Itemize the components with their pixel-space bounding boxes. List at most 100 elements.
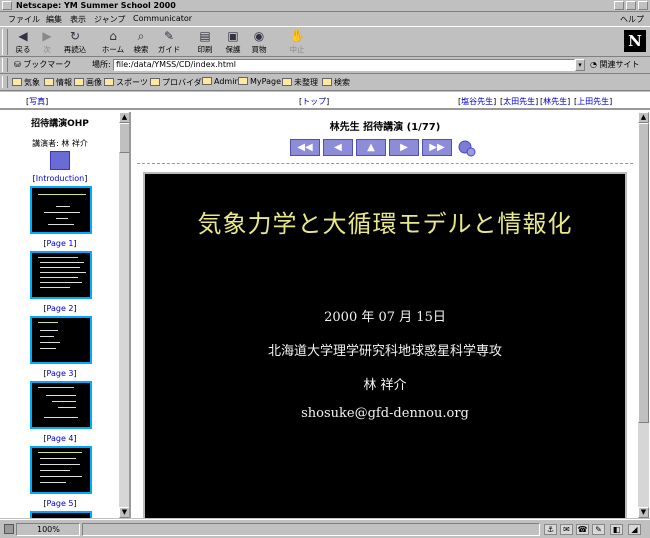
lock-icon: ▣ [227, 29, 239, 43]
minimize-button[interactable] [614, 1, 624, 10]
thumb-line [40, 464, 80, 465]
shop-button[interactable]: ◉ 買物 [244, 29, 274, 56]
left-arrow-icon: ◀ [334, 142, 342, 153]
search-icon: ⌕ [137, 29, 145, 43]
home-button[interactable]: ⌂ ホーム [98, 29, 128, 56]
slide-scrollbar[interactable]: ▲ ▼ [638, 112, 649, 518]
print-button[interactable]: ▤ 印刷 [190, 29, 220, 56]
bookmark-search[interactable]: 検索 [322, 77, 350, 88]
thumbnail-page-1[interactable] [30, 186, 92, 234]
slide-title: 気象力学と大循環モデルと情報化 [197, 210, 573, 238]
mail-icon[interactable]: ✉ [560, 524, 573, 535]
menu-go[interactable]: ジャンプ [94, 14, 125, 25]
speaker-photo-icon[interactable] [50, 151, 70, 170]
help-icon[interactable] [458, 139, 476, 157]
resize-grip-icon[interactable]: ◢ [628, 524, 641, 535]
page-content: [写真] [トップ] [塩谷先生] [太田先生] [林先生] [上田先生] 招待… [0, 92, 650, 518]
close-button[interactable] [638, 1, 648, 10]
bookmark-info[interactable]: 情報 [44, 77, 72, 88]
sidebar-heading: 招待講演OHP [31, 119, 89, 129]
guide-button[interactable]: ✎ ガイド [154, 29, 184, 56]
speaker-link-hayashi[interactable]: [林先生] [540, 96, 570, 107]
bookmark-mypage[interactable]: MyPage [238, 77, 281, 86]
page-5-link[interactable]: [Page 5] [0, 499, 120, 508]
bookmark-sports[interactable]: スポーツ [104, 77, 148, 88]
scroll-thumb[interactable] [119, 123, 129, 153]
scroll-up-button[interactable]: ▲ [119, 112, 129, 123]
thumb-line [40, 282, 82, 283]
guide-icon: ✎ [163, 29, 175, 43]
chevron-up-icon: ▲ [121, 113, 128, 121]
navigation-toolbar: ◀ 戻る ▶ 次 ↻ 再読込 ⌂ ホーム ⌕ 検索 ✎ ガイド ▤ 印刷 ▣ 保護 ◉ 買物 ✋ 中… [0, 26, 650, 57]
maximize-button[interactable] [626, 1, 636, 10]
thumbnail-page-6[interactable] [30, 511, 92, 518]
scroll-down-button[interactable]: ▼ [119, 507, 129, 518]
introduction-link[interactable]: [Introduction] [0, 174, 120, 183]
menu-file[interactable]: ファイル [8, 14, 40, 25]
bookmarks-button[interactable]: ⛁ ブックマーク [14, 59, 71, 70]
url-dropdown-button[interactable]: ▾ [575, 59, 585, 71]
thumb-line [38, 322, 58, 323]
thumb-line [40, 287, 70, 288]
navigator-icon[interactable]: ⚓ [544, 524, 557, 535]
page-2-link[interactable]: [Page 2] [0, 304, 120, 313]
thumb-line [40, 336, 54, 337]
menu-communicator[interactable]: Communicator [133, 14, 192, 23]
thumb-line [40, 482, 66, 483]
previous-slide-button[interactable]: ◀ [323, 139, 353, 156]
printer-icon: ▤ [199, 29, 211, 43]
menu-edit[interactable]: 編集 [46, 14, 62, 25]
personal-grip[interactable] [2, 76, 8, 88]
menu-help[interactable]: ヘルプ [620, 14, 644, 25]
related-sites-button[interactable]: ◔ 関連サイト [590, 59, 640, 70]
dock-icon[interactable]: ◧ [610, 524, 623, 535]
top-link[interactable]: [トップ] [299, 96, 329, 107]
last-slide-button[interactable]: ▶▶ [422, 139, 452, 156]
scroll-down-button[interactable]: ▼ [638, 507, 649, 518]
photo-link[interactable]: [写真] [26, 96, 48, 107]
window-menu-icon[interactable] [2, 1, 12, 10]
thumbnail-page-5[interactable] [30, 446, 92, 494]
thumbnail-page-3[interactable] [30, 316, 92, 364]
menu-view[interactable]: 表示 [70, 14, 86, 25]
thumb-line [38, 257, 78, 258]
forward-button[interactable]: ▶ 次 [32, 29, 62, 56]
bookmark-provider[interactable]: プロバイダ [150, 77, 202, 88]
page-4-link[interactable]: [Page 4] [0, 434, 120, 443]
stop-button[interactable]: ✋ 中止 [282, 29, 312, 56]
location-bar: ⛁ ブックマーク 場所: file:/data/YMSS/CD/index.ht… [0, 57, 650, 73]
location-grip[interactable] [2, 58, 8, 72]
slide-author: 林 祥介 [363, 378, 407, 393]
thumb-line [44, 417, 78, 418]
back-arrow-icon: ◀ [18, 29, 28, 43]
thumbnail-scrollbar[interactable]: ▲ ▼ [119, 112, 129, 518]
netscape-logo[interactable]: N [624, 30, 646, 52]
page-1-link[interactable]: [Page 1] [0, 239, 120, 248]
newsgroups-icon[interactable]: ☎ [576, 524, 589, 535]
url-field[interactable]: file:/data/YMSS/CD/index.html [113, 59, 575, 71]
bookmark-unsorted[interactable]: 未整理 [282, 77, 318, 88]
search-button[interactable]: ⌕ 検索 [126, 29, 156, 56]
up-arrow-icon: ▲ [367, 142, 375, 153]
folder-icon [104, 78, 114, 86]
bookmark-weather[interactable]: 気象 [12, 77, 40, 88]
scroll-thumb[interactable] [638, 123, 649, 423]
reload-button[interactable]: ↻ 再読込 [60, 29, 90, 56]
scroll-up-button[interactable]: ▲ [638, 112, 649, 123]
top-navigation-frame: [写真] [トップ] [塩谷先生] [太田先生] [林先生] [上田先生] [0, 92, 650, 110]
double-right-arrow-icon: ▶▶ [429, 142, 445, 153]
speaker-link-ueda[interactable]: [上田先生] [574, 96, 612, 107]
bookmark-admin[interactable]: Admin [202, 77, 240, 86]
security-lock-icon[interactable] [4, 524, 14, 534]
composer-icon[interactable]: ✎ [592, 524, 605, 535]
page-3-link[interactable]: [Page 3] [0, 369, 120, 378]
bookmark-images[interactable]: 画像 [74, 77, 102, 88]
first-slide-button[interactable]: ◀◀ [290, 139, 320, 156]
thumbnail-page-4[interactable] [30, 381, 92, 429]
thumb-line [40, 470, 70, 471]
next-slide-button[interactable]: ▶ [389, 139, 419, 156]
thumbnail-page-2[interactable] [30, 251, 92, 299]
speaker-link-ota[interactable]: [太田先生] [500, 96, 538, 107]
index-slide-button[interactable]: ▲ [356, 139, 386, 156]
speaker-link-shiotani[interactable]: [塩谷先生] [458, 96, 496, 107]
